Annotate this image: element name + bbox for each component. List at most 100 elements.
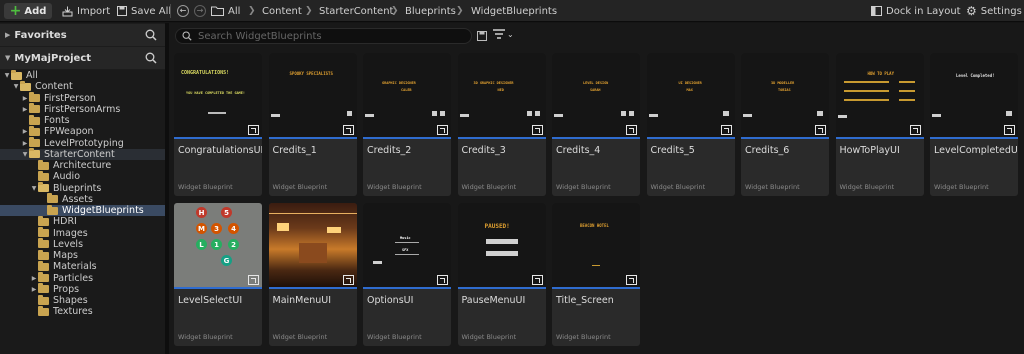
thumbnail-text: GRAPHIC DESIGNER [382, 81, 416, 85]
add-button[interactable]: + Add [4, 3, 52, 19]
tree-item-shapes[interactable]: Shapes [0, 294, 165, 306]
tree-item-assets[interactable]: Assets [0, 193, 165, 205]
asset-name: MainMenuUI [272, 295, 332, 306]
tree-item-label: LevelPrototyping [44, 137, 124, 149]
back-button[interactable]: ← [177, 5, 189, 17]
thumbnail-button [722, 111, 729, 116]
folder-icon[interactable] [211, 5, 224, 16]
asset-tile-credits_1[interactable]: SPOOKY SPECIALISTS Credits_1 Widget Bluepr… [268, 53, 357, 196]
dock-in-layout-button[interactable]: Dock in Layout [871, 3, 961, 19]
caret-down-icon[interactable]: ▼ [3, 72, 11, 79]
breadcrumb-startercontent[interactable]: StarterContent [319, 3, 393, 19]
sources-panel: ▶ Favorites ▼ MyMajProject ▼ All ▼ Content ▶… [0, 23, 165, 354]
project-header[interactable]: ▼ MyMajProject [0, 47, 165, 69]
tree-item-firstperson[interactable]: ▶ FirstPerson [0, 92, 165, 104]
tree-item-maps[interactable]: Maps [0, 249, 165, 261]
tree-item-all[interactable]: ▼ All [0, 69, 165, 81]
forward-button[interactable]: → [194, 5, 206, 17]
bar-counter [298, 243, 327, 263]
tree-item-fpweapon[interactable]: ▶ FPWeapon [0, 125, 165, 137]
breadcrumb-content[interactable]: Content [262, 3, 302, 19]
caret-right-icon[interactable]: ▶ [21, 128, 29, 135]
asset-tile-title_screen[interactable]: BEACON HOTEL Title_Screen Widget Blueprint [552, 203, 640, 346]
tree-item-label: HDRI [53, 216, 77, 228]
favorites-label: Favorites [14, 29, 67, 41]
tree-item-images[interactable]: Images [0, 227, 165, 239]
tree-item-audio[interactable]: Audio [0, 170, 165, 182]
tree-item-architecture[interactable]: Architecture [0, 159, 165, 171]
tree-item-widgetblueprints[interactable]: WidgetBlueprints [0, 204, 165, 217]
asset-tile-credits_3[interactable]: 3D GRAPHIC DESIGNER NED Credits_3 Widget Bl… [457, 53, 546, 196]
instruction-line [843, 90, 889, 92]
import-label: Import [77, 5, 111, 17]
tree-item-particles[interactable]: ▶ Particles [0, 272, 165, 284]
level-button: H [196, 207, 207, 218]
tree-item-content[interactable]: ▼ Content [0, 80, 165, 92]
thumbnail-text: HOW TO PLAY [867, 71, 895, 76]
search-icon[interactable] [145, 52, 157, 64]
search-bar[interactable] [175, 28, 472, 44]
folder-icon [29, 103, 40, 114]
asset-tile-levelselectui[interactable]: H 5 M 3 4 L 1 2 G LevelSelectUI Widget Blueprint [174, 203, 262, 346]
widget-blueprint-icon [437, 125, 448, 135]
save-search-icon[interactable] [477, 31, 487, 41]
tree-item-levelprototyping[interactable]: ▶ LevelPrototyping [0, 137, 165, 149]
filter-button[interactable]: ⌄ [493, 29, 514, 39]
breadcrumb-widgetblueprints[interactable]: WidgetBlueprints [471, 3, 557, 19]
thumbnail-text: TOBIAS [778, 88, 791, 92]
caret-down-icon[interactable]: ▼ [21, 151, 29, 158]
tree-item-startercontent[interactable]: ▼ StarterContent [0, 148, 165, 160]
settings-button[interactable]: ⚙ Settings [966, 3, 1022, 19]
asset-tile-credits_2[interactable]: GRAPHIC DESIGNER CALEB Credits_2 Widget Blu… [363, 53, 451, 196]
folder-icon [29, 92, 40, 103]
instruction-line [843, 99, 889, 101]
chevron-right-icon: ❯ [456, 6, 464, 16]
filter-icon [493, 29, 505, 39]
dock-label: Dock in Layout [886, 5, 961, 17]
asset-type: Widget Blueprint [934, 183, 989, 191]
widget-blueprint-icon [248, 275, 259, 285]
caret-right-icon[interactable]: ▶ [21, 95, 29, 102]
thumbnail-text: Music [400, 236, 411, 240]
folder-open-icon [38, 182, 49, 193]
tree-item-blueprints[interactable]: ▼ Blueprints [0, 182, 165, 194]
asset-tile-credits_6[interactable]: 3D MODELLER TOBIAS Credits_6 Widget Bluepri… [741, 53, 829, 196]
asset-tile-howtoplayui[interactable]: HOW TO PLAY HowToPlayUI Widget Blueprint [835, 53, 924, 196]
asset-tile-credits_5[interactable]: UI DESIGNER MAX Credits_5 Widget Blueprint [646, 53, 735, 196]
asset-tile-pausemenuui[interactable]: PAUSED! PauseMenuUI Widget Blueprint [457, 203, 546, 346]
tree-item-levels[interactable]: Levels [0, 238, 165, 250]
asset-tile-congratulationsui[interactable]: CONGRATULATIONS! YOU HAVE COMPLETED THE G… [174, 53, 262, 196]
asset-tile-mainmenuui[interactable]: MainMenuUI Widget Blueprint [268, 203, 357, 346]
save-all-button[interactable]: Save All [117, 3, 171, 19]
search-icon[interactable] [145, 29, 157, 41]
caret-right-icon[interactable]: ▶ [30, 275, 38, 282]
thumbnail-button [621, 111, 626, 116]
tree-item-hdri[interactable]: HDRI [0, 215, 165, 228]
tree-item-materials[interactable]: Materials [0, 260, 165, 272]
search-input[interactable] [198, 30, 438, 42]
tree-item-fonts[interactable]: Fonts [0, 114, 165, 126]
asset-type: Widget Blueprint [650, 183, 706, 191]
asset-tile-optionsui[interactable]: Music SFX OptionsUI Widget Blueprint [363, 203, 451, 346]
tree-item-textures[interactable]: Textures [0, 305, 165, 317]
tree-item-firstpersonarms[interactable]: ▶ FirstPersonArms [0, 103, 165, 115]
widget-blueprint-icon [531, 275, 543, 285]
breadcrumb-all[interactable]: All [228, 3, 240, 19]
favorites-header[interactable]: ▶ Favorites [0, 24, 165, 46]
asset-type-bar [835, 137, 924, 139]
breadcrumb-blueprints[interactable]: Blueprints [405, 3, 456, 19]
folder-icon [38, 283, 49, 294]
caret-down-icon[interactable]: ▼ [30, 185, 38, 192]
instruction-line [898, 81, 915, 83]
asset-tile-credits_4[interactable]: LEVEL DESIGN SARAH Credits_4 Widget Bluepri… [552, 53, 640, 196]
caret-right-icon[interactable]: ▶ [30, 286, 38, 293]
folder-icon [38, 159, 49, 170]
tree-item-props[interactable]: ▶ Props [0, 283, 165, 295]
caret-down-icon[interactable]: ▼ [12, 83, 20, 90]
folder-icon [38, 215, 49, 226]
plus-icon: + [9, 3, 22, 19]
asset-tile-levelcompletedui[interactable]: Level Completed! LevelCompletedUI Widget B… [930, 53, 1018, 196]
import-button[interactable]: Import [62, 3, 110, 19]
caret-right-icon[interactable]: ▶ [21, 140, 29, 147]
caret-right-icon[interactable]: ▶ [21, 106, 29, 113]
